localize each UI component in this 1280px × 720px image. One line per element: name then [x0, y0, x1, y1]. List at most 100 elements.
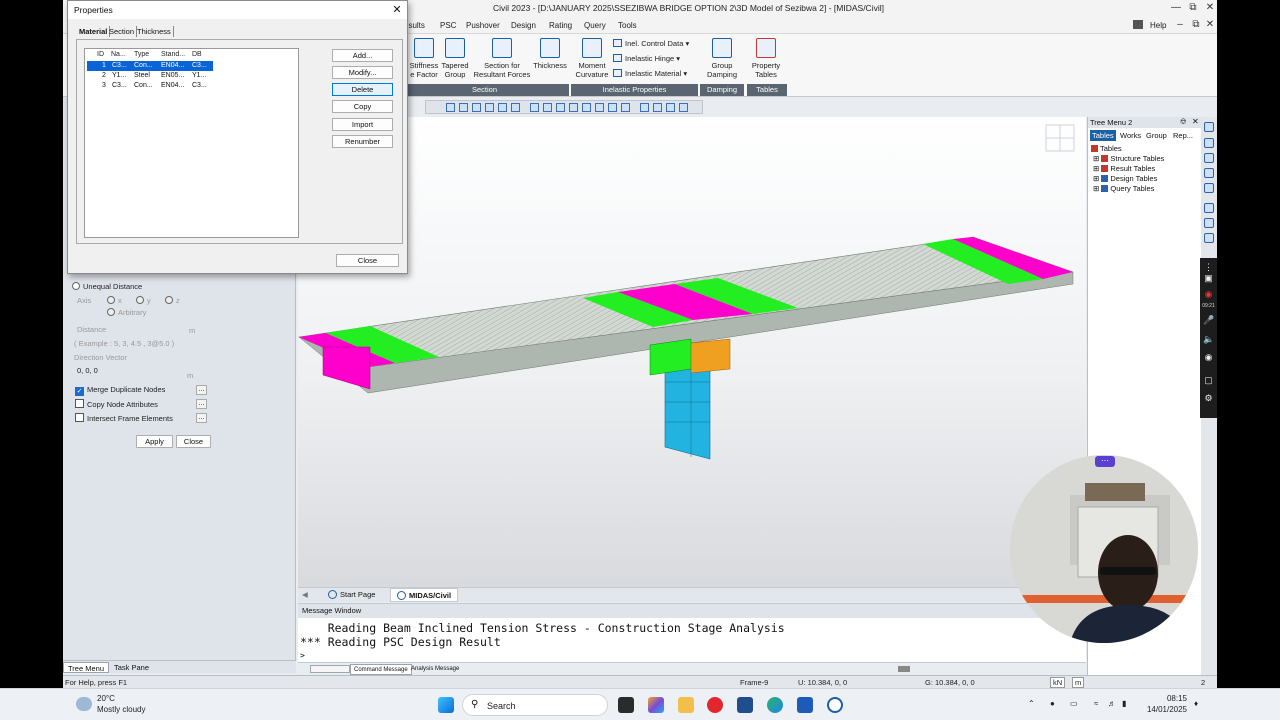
menu-design[interactable]: Design [511, 21, 536, 30]
unequal-distance-option[interactable]: Unequal Distance [72, 282, 142, 291]
view-icon-5[interactable] [498, 103, 507, 112]
dots-icon[interactable]: ⋮ [1203, 262, 1214, 273]
tab-scroll-left[interactable]: ◀ [302, 590, 308, 599]
menu-query[interactable]: Query [584, 21, 606, 30]
navigation-cube-icon[interactable] [1045, 124, 1075, 152]
opera-browser-icon[interactable] [707, 697, 723, 713]
menu-tools[interactable]: Tools [618, 21, 637, 30]
intersect-frame-elements-checkbox[interactable] [75, 413, 84, 422]
model-viewport[interactable] [297, 117, 1086, 587]
material-list[interactable]: ID Na... Type Stand... DB 1 C3... Con...… [84, 48, 299, 238]
view-icon-12[interactable] [595, 103, 604, 112]
tree-tab-group[interactable]: Group [1144, 130, 1169, 141]
axis-x-option[interactable]: x [107, 296, 122, 305]
minimize-button[interactable]: — [1169, 2, 1183, 14]
record-icon[interactable]: ◉ [1203, 289, 1214, 300]
orbit-icon[interactable] [1204, 233, 1214, 243]
material-row[interactable]: 1 C3... Con... EN04... C3... [87, 61, 213, 71]
notification-bell-icon[interactable]: ♦ [1194, 699, 1198, 708]
view-icon-1[interactable] [446, 103, 455, 112]
tab-task-pane[interactable]: Task Pane [110, 662, 153, 673]
inel-control-data-button[interactable]: Inel. Control Data ▾ [613, 39, 689, 48]
taskbar-search-box[interactable]: ⚲ Search [462, 694, 608, 716]
view-icon-15[interactable] [640, 103, 649, 112]
command-prompt[interactable]: > [300, 651, 305, 660]
arbitrary-radio[interactable] [107, 308, 115, 316]
tree-tab-works[interactable]: Works [1118, 130, 1143, 141]
view-icon-6[interactable] [511, 103, 520, 112]
moment-curvature-button[interactable]: Moment Curvature [573, 38, 611, 79]
tab-midas-civil[interactable]: MIDAS/Civil [390, 588, 459, 602]
copy-attributes-options-button[interactable]: ... [196, 399, 207, 409]
tab-tree-menu[interactable]: Tree Menu [63, 662, 109, 673]
tree-item-structure-tables[interactable]: ⊞ Structure Tables [1093, 154, 1164, 163]
help-icon[interactable] [1133, 20, 1143, 29]
tray-display-icon[interactable]: ▭ [1070, 699, 1078, 708]
doc-close-button[interactable]: ✕ [1203, 19, 1217, 31]
axis-z-option[interactable]: z [165, 296, 180, 305]
midas-civil-taskbar-icon[interactable] [827, 697, 843, 713]
intersect-options-button[interactable]: ... [196, 413, 207, 423]
view-icon-2[interactable] [459, 103, 468, 112]
view-icon-13[interactable] [608, 103, 617, 112]
weather-description[interactable]: Mostly cloudy [97, 705, 145, 714]
menu-rating[interactable]: Rating [549, 21, 572, 30]
weather-cloud-icon[interactable] [76, 697, 92, 711]
tree-tab-tables[interactable]: Tables [1090, 130, 1116, 141]
inelastic-hinge-button[interactable]: Inelastic Hinge ▾ [613, 54, 680, 63]
more-options-icon[interactable]: ⋯ [1095, 456, 1115, 467]
axis-icon[interactable] [1204, 218, 1214, 228]
zoom-fit-icon[interactable] [1204, 138, 1214, 148]
close-window-button[interactable]: ✕ [1203, 2, 1217, 14]
pin-icon[interactable]: ⎊ [1180, 117, 1186, 127]
close-panel-button[interactable]: Close [176, 435, 211, 448]
store-icon[interactable] [737, 697, 753, 713]
tapered-group-button[interactable]: Tapered Group [438, 38, 472, 79]
tray-volume-icon[interactable]: ♬ [1108, 699, 1116, 708]
message-nav-buttons[interactable] [310, 665, 350, 673]
column-header-id[interactable]: ID [97, 51, 104, 58]
axis-z-radio[interactable] [165, 296, 173, 304]
doc-minimize-button[interactable]: – [1173, 19, 1187, 31]
tray-wifi-icon[interactable]: ≈ [1094, 699, 1098, 708]
edge-browser-icon[interactable] [767, 697, 783, 713]
webcam-icon[interactable]: ◉ [1203, 352, 1214, 363]
menu-psc[interactable]: PSC [440, 21, 456, 30]
menu-pushover[interactable]: Pushover [466, 21, 500, 30]
help-menu[interactable]: Help [1150, 21, 1166, 30]
doc-restore-button[interactable]: ⧉ [1189, 19, 1203, 31]
material-row[interactable]: 3 C3... Con... EN04... C3... [87, 81, 213, 91]
view-icon-7[interactable] [530, 103, 539, 112]
tray-microphone-icon[interactable]: ● [1050, 699, 1055, 708]
pan-icon[interactable] [1204, 183, 1214, 193]
word-icon[interactable] [797, 697, 813, 713]
delete-button[interactable]: Delete [332, 83, 393, 96]
speaker-icon[interactable]: 🔈 [1203, 334, 1214, 345]
view-icon-9[interactable] [556, 103, 565, 112]
start-windows-icon[interactable] [438, 697, 454, 713]
dialog-tab-section[interactable]: Section [107, 26, 138, 37]
clock-time[interactable]: 08:15 [1157, 694, 1187, 703]
arbitrary-option[interactable]: Arbitrary [107, 308, 146, 317]
renumber-button[interactable]: Renumber [332, 135, 393, 148]
merge-duplicate-nodes-option[interactable]: ✓ Merge Duplicate Nodes [75, 385, 165, 396]
material-row[interactable]: 2 Y1... Steel EN05... Y1... [87, 71, 213, 81]
zoom-window-icon[interactable] [1204, 122, 1214, 132]
intersect-frame-elements-option[interactable]: Intersect Frame Elements [75, 413, 173, 423]
stiffness-factor-button[interactable]: Stiffness e Factor [406, 38, 442, 79]
direction-vector-field[interactable]: 0, 0, 0 [77, 366, 98, 375]
tree-tab-report[interactable]: Rep... [1171, 130, 1195, 141]
merge-options-button[interactable]: ... [196, 385, 207, 395]
copilot-icon[interactable] [648, 697, 664, 713]
microphone-icon[interactable]: 🎤 [1203, 315, 1214, 326]
apply-button[interactable]: Apply [136, 435, 173, 448]
axis-y-radio[interactable] [136, 296, 144, 304]
task-view-icon[interactable] [618, 697, 634, 713]
dialog-tab-thickness[interactable]: Thickness [135, 26, 174, 37]
tray-chevron-icon[interactable]: ⌃ [1028, 699, 1035, 708]
force-unit-select[interactable]: kN [1050, 677, 1066, 688]
view-icon-4[interactable] [485, 103, 494, 112]
axis-y-option[interactable]: y [136, 296, 151, 305]
modify-button[interactable]: Modify... [332, 66, 393, 79]
tree-item-result-tables[interactable]: ⊞ Result Tables [1093, 164, 1155, 173]
